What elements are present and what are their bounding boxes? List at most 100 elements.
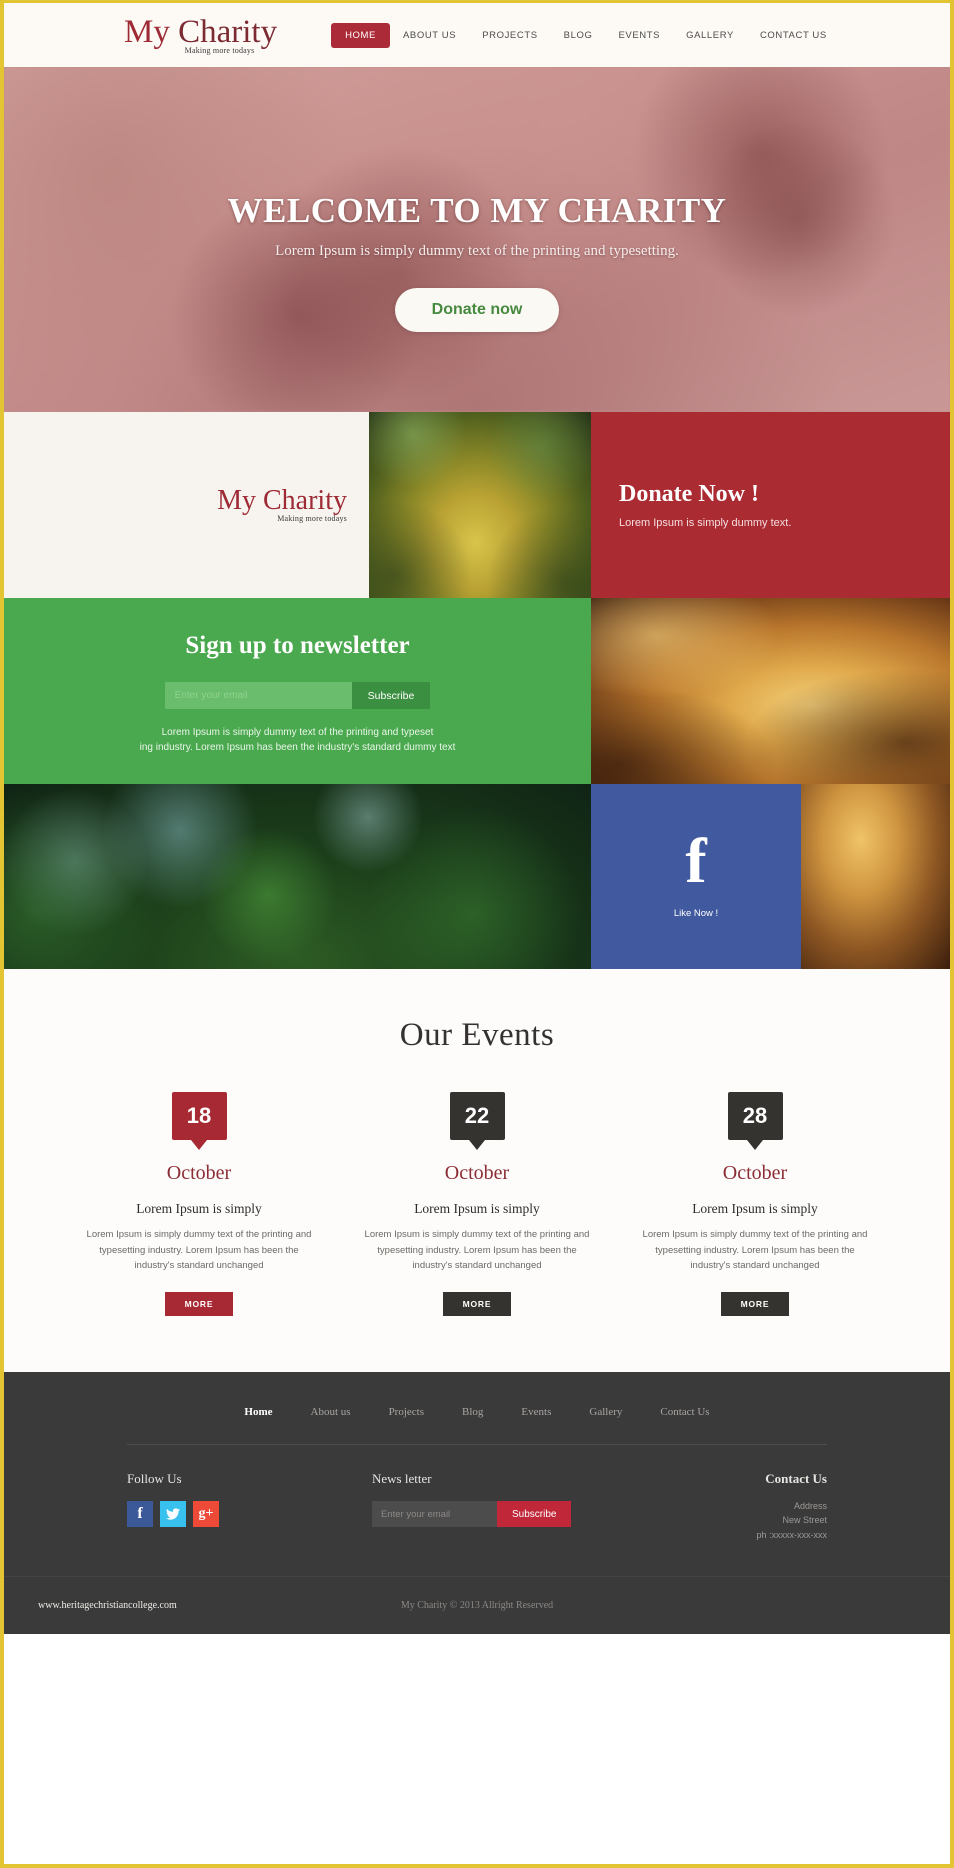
brand-wordmark: My Charity <box>217 487 347 515</box>
logo-wordmark: My Charity <box>124 13 278 50</box>
logo-word-charity: Charity <box>178 13 278 50</box>
event-more-button[interactable]: MORE <box>164 1292 234 1317</box>
footer-subscribe-button[interactable]: Subscribe <box>497 1501 572 1528</box>
donate-now-panel[interactable]: Donate Now ! Lorem Ipsum is simply dummy… <box>591 412 950 598</box>
donate-now-button[interactable]: Donate now <box>394 288 560 332</box>
event-heading: Lorem Ipsum is simply <box>136 1201 262 1216</box>
brand-logo-panel: My Charity Making more todays <box>4 412 369 598</box>
footer-nav-projects[interactable]: Projects <box>389 1406 424 1418</box>
contact-address-line1: Address <box>793 1501 827 1512</box>
newsletter-description-line1: Lorem Ipsum is simply dummy text of the … <box>161 727 434 738</box>
footer-newsletter-title: News letter <box>372 1471 432 1487</box>
newsletter-subscribe-button[interactable]: Subscribe <box>351 682 431 709</box>
hero-banner: WELCOME TO MY CHARITY Lorem Ipsum is sim… <box>4 67 950 412</box>
site-footer: Home About us Projects Blog Events Galle… <box>4 1372 950 1635</box>
event-card: 18 October Lorem Ipsum is simply Lorem I… <box>80 1092 318 1317</box>
facebook-like-label: Like Now ! <box>673 908 719 920</box>
site-logo[interactable]: My Charity Making more todays <box>124 13 278 55</box>
event-day: 18 <box>186 1103 212 1128</box>
facebook-f-icon: f <box>685 824 707 896</box>
google-plus-icon[interactable]: g+ <box>193 1501 219 1528</box>
nav-item-blog[interactable]: BLOG <box>551 24 606 47</box>
brand-word-my: My <box>217 485 256 516</box>
newsletter-title: Sign up to newsletter <box>185 632 410 659</box>
event-card: 28 October Lorem Ipsum is simply Lorem I… <box>636 1092 874 1317</box>
brand-word-charity: Charity <box>263 485 347 516</box>
page-root: My Charity Making more todays HOME ABOUT… <box>4 3 950 1635</box>
event-heading: Lorem Ipsum is simply <box>414 1201 540 1216</box>
event-heading: Lorem Ipsum is simply <box>692 1201 818 1216</box>
event-month: October <box>166 1162 232 1184</box>
newsletter-email-input[interactable] <box>164 682 352 709</box>
autumn-leaves-photo-right <box>801 784 950 969</box>
badge-tip <box>469 1140 485 1150</box>
footer-nav-blog[interactable]: Blog <box>462 1406 483 1418</box>
site-header: My Charity Making more todays HOME ABOUT… <box>4 3 950 67</box>
main-navigation: HOME ABOUT US PROJECTS BLOG EVENTS GALLE… <box>331 22 840 48</box>
donate-panel-title: Donate Now ! <box>619 481 759 507</box>
event-card: 22 October Lorem Ipsum is simply Lorem I… <box>358 1092 596 1317</box>
event-description: Lorem Ipsum is simply dummy text of the … <box>364 1229 590 1272</box>
footer-navigation: Home About us Projects Blog Events Galle… <box>4 1406 950 1444</box>
event-date-badge: 22 <box>449 1092 505 1150</box>
social-band: f Like Now ! <box>4 784 950 969</box>
event-more-button[interactable]: MORE <box>720 1292 790 1317</box>
nav-item-contact-us[interactable]: CONTACT US <box>747 24 840 47</box>
nav-item-events[interactable]: EVENTS <box>605 24 673 47</box>
contact-address-line2: New Street <box>782 1515 827 1526</box>
newsletter-band: Sign up to newsletter Subscribe Lorem Ip… <box>4 598 950 784</box>
follow-us-title: Follow Us <box>127 1471 182 1487</box>
contact-phone: ph :xxxxx-xxx-xxx <box>756 1529 827 1540</box>
footer-nav-home[interactable]: Home <box>244 1406 272 1418</box>
footer-contact-column: Contact Us Address New Street ph :xxxxx-… <box>642 1471 827 1542</box>
footer-website-link[interactable]: www.heritagechristiancollege.com <box>38 1600 177 1611</box>
newsletter-description-line2: ing industry. Lorem Ipsum has been the i… <box>139 742 456 753</box>
event-more-button[interactable]: MORE <box>442 1292 512 1317</box>
footer-newsletter-column: News letter Subscribe <box>372 1471 642 1542</box>
footer-newsletter-email-input[interactable] <box>372 1501 497 1528</box>
footer-follow-column: Follow Us f g+ <box>127 1471 372 1542</box>
contact-details: Address New Street ph :xxxxx-xxx-xxx <box>642 1499 827 1542</box>
event-date-badge: 28 <box>727 1092 783 1150</box>
event-description: Lorem Ipsum is simply dummy text of the … <box>642 1229 868 1272</box>
event-month: October <box>444 1162 510 1184</box>
hero-subtitle: Lorem Ipsum is simply dummy text of the … <box>275 243 679 259</box>
donate-panel-subtitle: Lorem Ipsum is simply dummy text. <box>619 517 792 529</box>
facebook-like-panel[interactable]: f Like Now ! <box>591 784 801 969</box>
autumn-leaves-photo <box>591 598 950 784</box>
event-date-badge: 18 <box>171 1092 227 1150</box>
footer-bottom-bar: www.heritagechristiancollege.com My Char… <box>4 1576 950 1634</box>
hero-title: WELCOME TO MY CHARITY <box>227 191 727 230</box>
event-description: Lorem Ipsum is simply dummy text of the … <box>86 1229 312 1272</box>
footer-columns: Follow Us f g+ News letter Subscribe <box>127 1445 827 1576</box>
footer-nav-gallery[interactable]: Gallery <box>589 1406 622 1418</box>
facebook-icon[interactable]: f <box>127 1501 153 1528</box>
events-section: Our Events 18 October Lorem Ipsum is sim… <box>4 969 950 1373</box>
social-links: f g+ <box>127 1501 372 1528</box>
grass-photo <box>4 784 591 969</box>
footer-nav-contact-us[interactable]: Contact Us <box>660 1406 709 1418</box>
brand-donate-band: My Charity Making more todays Donate Now… <box>4 412 950 598</box>
newsletter-form: Subscribe <box>4 682 591 709</box>
twitter-icon[interactable] <box>160 1501 186 1528</box>
nav-item-gallery[interactable]: GALLERY <box>673 24 747 47</box>
events-section-title: Our Events <box>399 1017 555 1053</box>
newsletter-description: Lorem Ipsum is simply dummy text of the … <box>4 725 591 755</box>
nav-item-projects[interactable]: PROJECTS <box>469 24 550 47</box>
footer-newsletter-form: Subscribe <box>372 1501 642 1528</box>
event-day: 22 <box>464 1103 490 1128</box>
events-list: 18 October Lorem Ipsum is simply Lorem I… <box>4 1092 950 1317</box>
contact-us-title: Contact Us <box>765 1471 827 1487</box>
event-month: October <box>722 1162 788 1184</box>
badge-tip <box>747 1140 763 1150</box>
footer-nav-about-us[interactable]: About us <box>311 1406 351 1418</box>
newsletter-panel: Sign up to newsletter Subscribe Lorem Ip… <box>4 598 591 784</box>
event-day: 28 <box>742 1103 768 1128</box>
footer-nav-events[interactable]: Events <box>521 1406 551 1418</box>
hero-content: WELCOME TO MY CHARITY Lorem Ipsum is sim… <box>4 67 950 332</box>
badge-tip <box>191 1140 207 1150</box>
tree-photo <box>369 412 591 598</box>
nav-item-about-us[interactable]: ABOUT US <box>390 24 469 47</box>
logo-word-my: My <box>124 13 170 50</box>
nav-item-home[interactable]: HOME <box>331 22 390 48</box>
